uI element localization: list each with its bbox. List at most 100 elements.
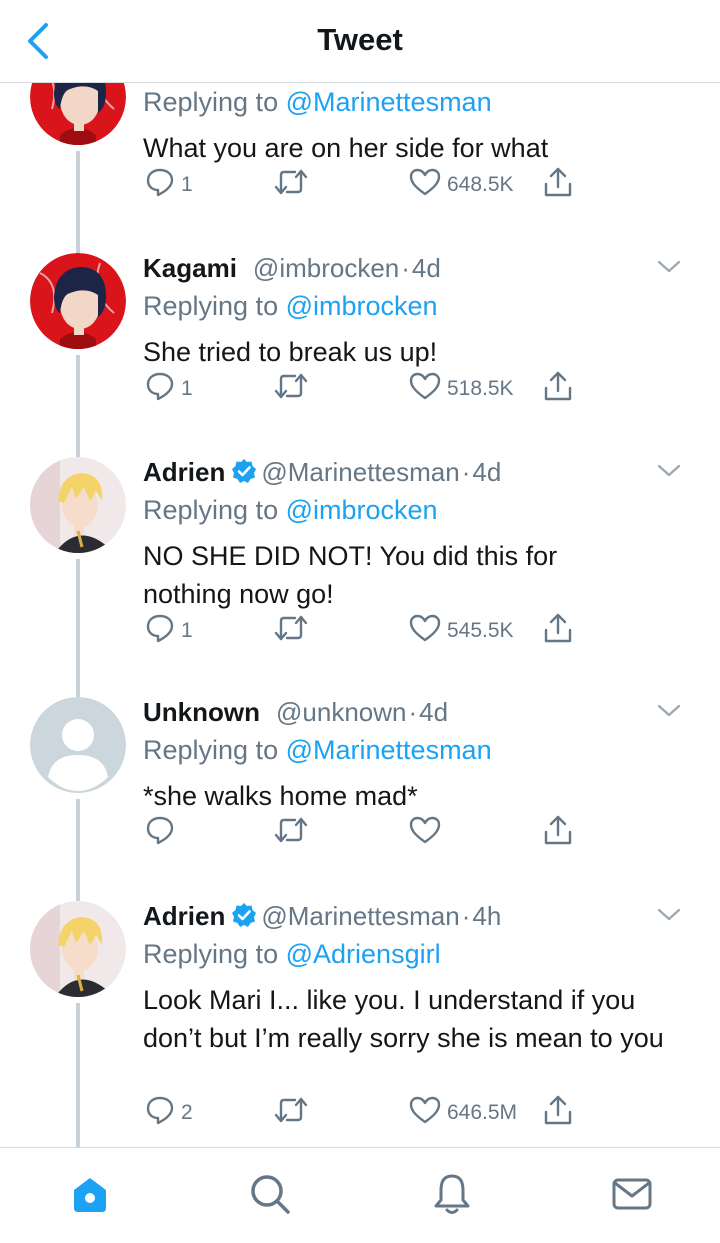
share-button[interactable] — [543, 1093, 573, 1133]
tweet[interactable]: Kagami @imbrocken·4d Replying to @imbrocke… — [0, 249, 720, 457]
retweet-icon — [273, 1095, 309, 1131]
retweet-button[interactable] — [273, 611, 309, 651]
tweet-content: Kagami @imbrocken·4d Replying to @imbrocke… — [143, 249, 683, 401]
avatar[interactable] — [30, 457, 126, 553]
reply-count: 1 — [181, 173, 193, 196]
mention-link[interactable]: @Adriensgirl — [286, 939, 441, 969]
tweet[interactable]: Adrien @Marinettesman·4h Replying to @Adri… — [0, 897, 720, 1147]
replying-prefix: Replying to — [143, 495, 279, 525]
tweet-actions: 1 518.5K — [143, 369, 603, 409]
avatar[interactable] — [30, 253, 126, 349]
mention-link[interactable]: @Marinettesman — [286, 735, 492, 765]
chevron-down-icon[interactable] — [655, 255, 683, 277]
display-name[interactable]: Unknown — [143, 697, 260, 727]
mention-link[interactable]: @Marinettesman — [286, 87, 492, 117]
mention-link[interactable]: @imbrocken — [286, 495, 438, 525]
heart-icon — [409, 371, 441, 407]
share-button[interactable] — [543, 369, 573, 409]
avatar[interactable] — [30, 697, 126, 793]
chevron-down-icon[interactable] — [655, 699, 683, 721]
tweet-actions: 1 545.5K — [143, 611, 603, 651]
like-button[interactable] — [409, 813, 447, 853]
tweet[interactable]: Kagami@imbrocken·4dReplying to @Marinett… — [0, 83, 720, 253]
reply-button[interactable]: 1 — [145, 165, 193, 205]
tweet-content: Kagami@imbrocken·4dReplying to @Marinett… — [143, 83, 683, 197]
chevron-down-icon[interactable] — [655, 459, 683, 481]
verified-badge-icon — [231, 456, 257, 494]
retweet-button[interactable] — [273, 165, 309, 205]
separator-dot: · — [401, 253, 410, 283]
tweet-actions — [143, 813, 603, 853]
reply-button[interactable]: 1 — [145, 369, 193, 409]
heart-icon — [409, 1095, 441, 1131]
bottom-tab-bar — [0, 1147, 720, 1243]
mention-link[interactable]: @imbrocken — [286, 291, 438, 321]
reply-button[interactable]: 2 — [145, 1093, 193, 1133]
avatar[interactable] — [30, 901, 126, 997]
home-icon[interactable] — [66, 1170, 114, 1218]
timestamp: 4d — [419, 697, 449, 727]
display-name[interactable]: Adrien — [143, 457, 225, 487]
reply-count: 1 — [181, 619, 193, 642]
like-button[interactable]: 545.5K — [409, 611, 514, 651]
share-icon — [543, 370, 573, 408]
verified-badge-icon — [231, 900, 257, 938]
like-count: 648.5K — [447, 173, 514, 196]
tweet[interactable]: Adrien @Marinettesman·4d Replying to @imbr… — [0, 453, 720, 697]
thread-line — [76, 1003, 80, 1147]
like-button[interactable]: 648.5K — [409, 165, 514, 205]
tweet-header: Kagami @imbrocken·4d — [143, 249, 683, 287]
heart-icon — [409, 815, 441, 851]
replying-to: Replying to @Marinettesman — [143, 731, 683, 769]
tweet-content: Adrien @Marinettesman·4h Replying to @Adri… — [143, 897, 683, 1125]
reply-button[interactable]: 1 — [145, 611, 193, 651]
tweet-text: She tried to break us up! — [143, 337, 438, 367]
reply-count: 2 — [181, 1101, 193, 1124]
replying-to: Replying to @imbrocken — [143, 287, 683, 325]
tweet-text: Look Mari I... like you. I understand if… — [143, 985, 664, 1053]
user-handle[interactable]: @Marinettesman — [261, 457, 459, 487]
like-button[interactable]: 518.5K — [409, 369, 514, 409]
tweet-text: NO SHE DID NOT! You did this for nothing… — [143, 541, 558, 609]
heart-icon — [409, 613, 441, 649]
replying-prefix: Replying to — [143, 939, 279, 969]
search-icon[interactable] — [246, 1170, 294, 1218]
replying-prefix: Replying to — [143, 735, 279, 765]
tweet-actions: 1 648.5K — [143, 165, 603, 205]
display-name[interactable]: Adrien — [143, 901, 225, 931]
timestamp: 4h — [472, 901, 502, 931]
tweet-header: Adrien @Marinettesman·4h — [143, 897, 683, 935]
tweet-content: Unknown @unknown·4d Replying to @Marinette… — [143, 693, 683, 845]
messages-envelope-icon[interactable] — [608, 1170, 656, 1218]
share-button[interactable] — [543, 813, 573, 853]
tweet-text: *she walks home mad* — [143, 781, 418, 811]
display-name[interactable]: Kagami — [143, 253, 237, 283]
share-button[interactable] — [543, 611, 573, 651]
separator-dot: · — [461, 901, 471, 931]
timestamp: 4d — [411, 253, 441, 283]
share-icon — [543, 166, 573, 204]
thread-line — [76, 355, 80, 457]
user-handle[interactable]: @unknown — [276, 697, 406, 727]
like-count: 646.5M — [447, 1101, 518, 1124]
reply-icon — [145, 815, 175, 851]
reply-icon — [145, 371, 175, 407]
thread-feed[interactable]: Kagami@imbrocken·4dReplying to @Marinett… — [0, 83, 720, 1147]
retweet-button[interactable] — [273, 369, 309, 409]
retweet-button[interactable] — [273, 1093, 309, 1133]
user-handle[interactable]: @imbrocken — [253, 253, 399, 283]
tweet[interactable]: Unknown @unknown·4d Replying to @Marinette… — [0, 693, 720, 901]
notifications-bell-icon[interactable] — [428, 1170, 476, 1218]
avatar[interactable] — [30, 83, 126, 145]
thread-line — [76, 799, 80, 901]
tweet-text: What you are on her side for what — [143, 133, 549, 163]
chevron-down-icon[interactable] — [655, 903, 683, 925]
reply-button[interactable] — [145, 813, 181, 853]
retweet-button[interactable] — [273, 813, 309, 853]
like-button[interactable]: 646.5M — [409, 1093, 517, 1133]
like-count: 518.5K — [447, 377, 514, 400]
share-button[interactable] — [543, 165, 573, 205]
retweet-icon — [273, 613, 309, 649]
user-handle[interactable]: @Marinettesman — [261, 901, 459, 931]
replying-to: Replying to @imbrocken — [143, 491, 683, 529]
